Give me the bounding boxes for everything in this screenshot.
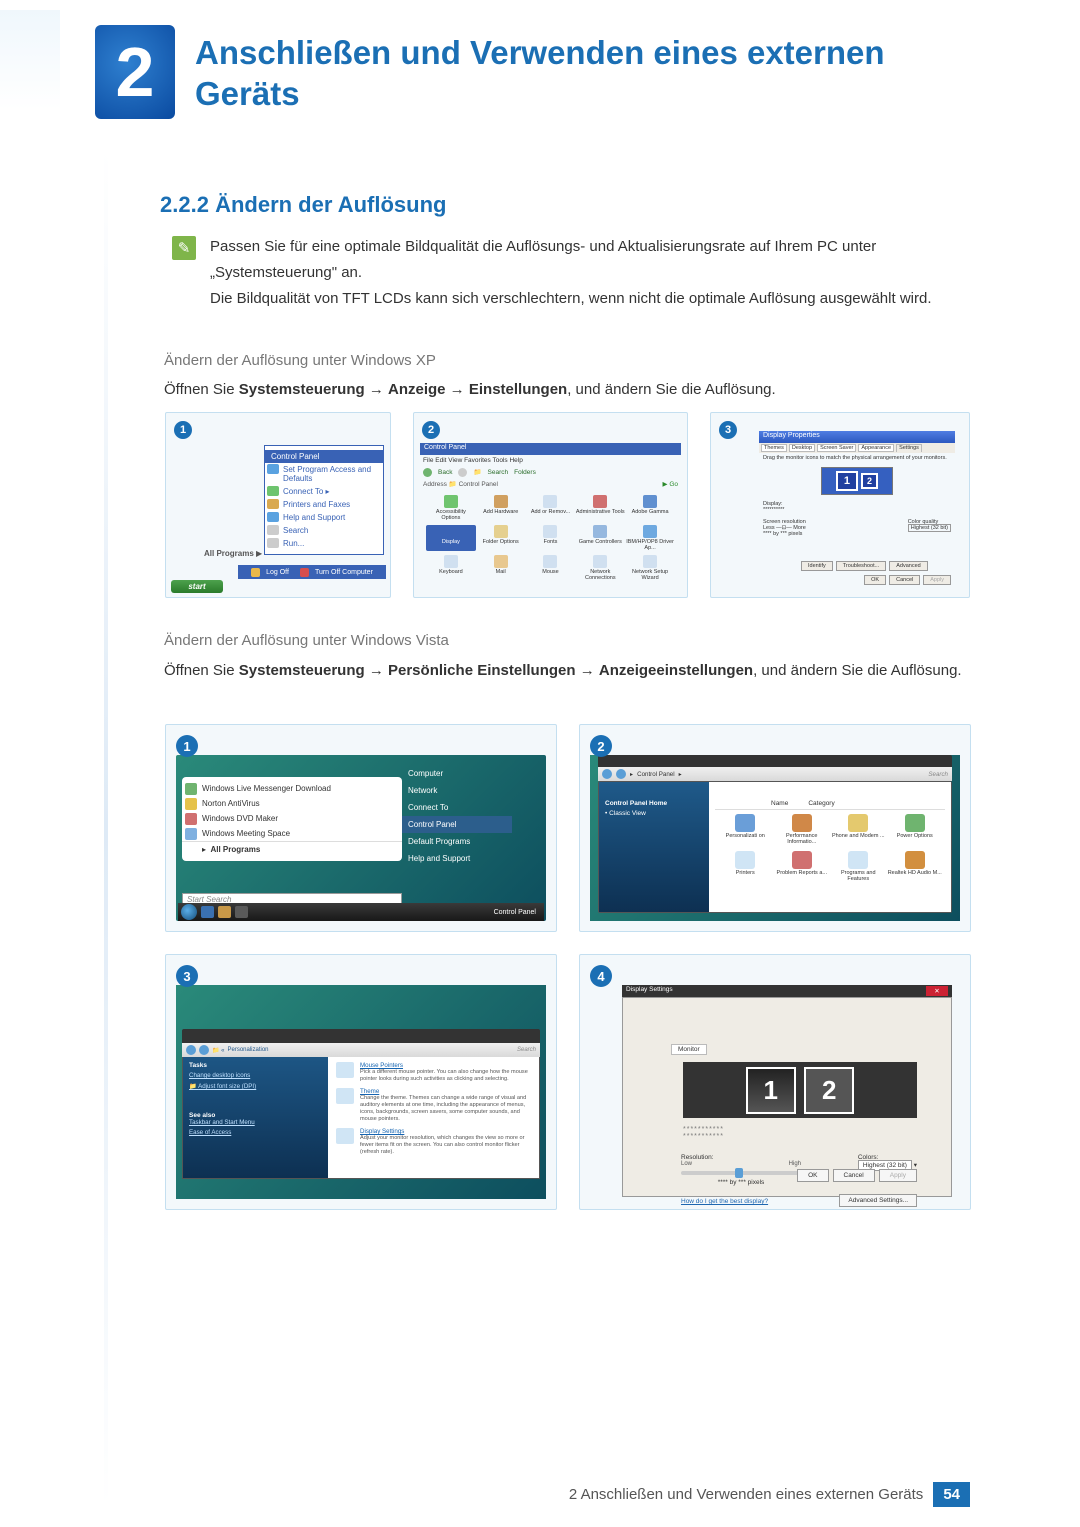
vista-screenshot-4: 4 Display Settings ✕ Monitor 1 2 *******… [579,954,971,1210]
chapter-number: 2 [116,32,155,112]
section-number: 2.2.2 [160,192,209,217]
instruction-xp: Öffnen Sie Systemsteuerung → Anzeige → E… [164,378,964,402]
step-badge: 3 [176,965,198,987]
section-title: 2.2.2 Ändern der Auflösung [160,192,446,218]
window-title: Control Panel [420,443,681,455]
sidebar: Control Panel Home • Classic View [599,782,709,912]
subheading-xp: Ändern der Auflösung unter Windows XP [164,352,436,369]
decorative-rule [104,150,108,1507]
toolbar: Back 📁 Search Folders [420,466,681,478]
taskbar: Control Panel [178,903,544,921]
close-icon: ✕ [926,986,948,996]
step-badge: 3 [719,421,737,439]
decorative-gradient [0,10,60,110]
section-heading: Ändern der Auflösung [215,192,446,217]
window-title: Display Settings ✕ [622,985,952,997]
vista-screenshots: 1 Windows Live Messenger Download Norton… [165,724,971,1210]
page-number: 54 [933,1482,970,1507]
vista-screenshot-3: 3 📁 « Personalization Search Tasks Chang… [165,954,557,1210]
address-bar: ▸ Control Panel ▸ Search [598,767,952,781]
instruction-vista: Öffnen Sie Systemsteuerung → Persönliche… [164,658,970,684]
window-title: Display Properties [759,431,955,443]
vista-screenshot-1: 1 Windows Live Messenger Download Norton… [165,724,557,932]
xp-screenshot-1: 1 Control Panel Set Program Access and D… [165,412,391,598]
monitor-preview: 1 2 [821,467,893,495]
subheading-vista: Ändern der Auflösung unter Windows Vista [164,632,449,649]
control-panel-icons: NameCategory Personalizati on Performanc… [709,782,951,912]
drag-text: Drag the monitor icons to match the phys… [763,455,951,461]
ok-row: OK Cancel Apply [797,1169,917,1182]
page: 2 Anschließen und Verwenden eines extern… [0,0,1080,1527]
control-panel-title: Control Panel [265,450,383,463]
step-badge: 1 [174,421,192,439]
sidebar: Tasks Change desktop icons 📁 Adjust font… [183,1044,328,1178]
menu-item: Run... [265,537,383,550]
start-button: start [171,580,223,593]
step-badge: 2 [590,735,612,757]
step-badge: 4 [590,965,612,987]
tab-monitor: Monitor [671,1044,707,1055]
display-section: Display:********** [763,501,784,513]
address-bar: 📁 « Personalization Search [182,1043,540,1057]
monitor-name-dots: *********** *********** [683,1126,724,1140]
menu-item: Set Program Access and Defaults [265,463,383,485]
footer-text: 2 Anschließen und Verwenden eines extern… [569,1486,923,1503]
logoff-bar: Log Off Turn Off Computer [238,565,386,579]
step-badge: 2 [422,421,440,439]
ok-row: OKCancelApply [864,575,951,585]
chapter-badge: 2 [95,25,175,119]
step-badge: 1 [176,735,198,757]
start-menu-left: Windows Live Messenger Download Norton A… [182,777,402,861]
help-link: How do I get the best display? [681,1198,768,1205]
info-icon: ✎ [172,236,196,260]
advanced-button: Advanced Settings... [839,1194,917,1207]
monitor-preview: 1 2 [683,1062,917,1118]
tabs: ThemesDesktopScreen SaverAppearanceSetti… [759,443,955,453]
address-bar: Address 📁 Control Panel▶ Go [420,479,681,489]
footer: 2 Anschließen und Verwenden eines extern… [569,1482,970,1507]
all-programs: All Programs ▶ [204,549,262,558]
menu-item: Search [265,524,383,537]
resolution-row: Screen resolution Less —⊡— More **** by … [763,519,951,537]
button-row: IdentifyTroubleshoot...Advanced [801,561,928,571]
personalization-items: Mouse PointersPick a different mouse poi… [328,1044,539,1178]
intro-paragraph-2: Die Bildqualität von TFT LCDs kann sich … [210,286,970,312]
menu-item: Help and Support [265,511,383,524]
menu-item: Connect To ▸ [265,485,383,498]
control-panel-icons: Accessibility Options Add Hardware Add o… [426,495,675,581]
start-menu: Control Panel Set Program Access and Def… [264,445,384,555]
xp-screenshot-3: 3 Display Properties ThemesDesktopScreen… [710,412,970,598]
start-menu-right: Computer Network Connect To Control Pane… [402,765,512,867]
start-orb-icon [181,904,197,920]
intro-paragraph-1: Passen Sie für eine optimale Bildqualitä… [210,234,970,285]
vista-screenshot-2: 2 ▸ Control Panel ▸ Search Control Panel… [579,724,971,932]
xp-screenshots: 1 Control Panel Set Program Access and D… [165,412,971,598]
chapter-title: Anschließen und Verwenden eines externen… [195,32,915,115]
menu-bar: File Edit View Favorites Tools Help [420,456,681,465]
menu-item: Printers and Faxes [265,498,383,511]
xp-screenshot-2: 2 Control Panel File Edit View Favorites… [413,412,688,598]
